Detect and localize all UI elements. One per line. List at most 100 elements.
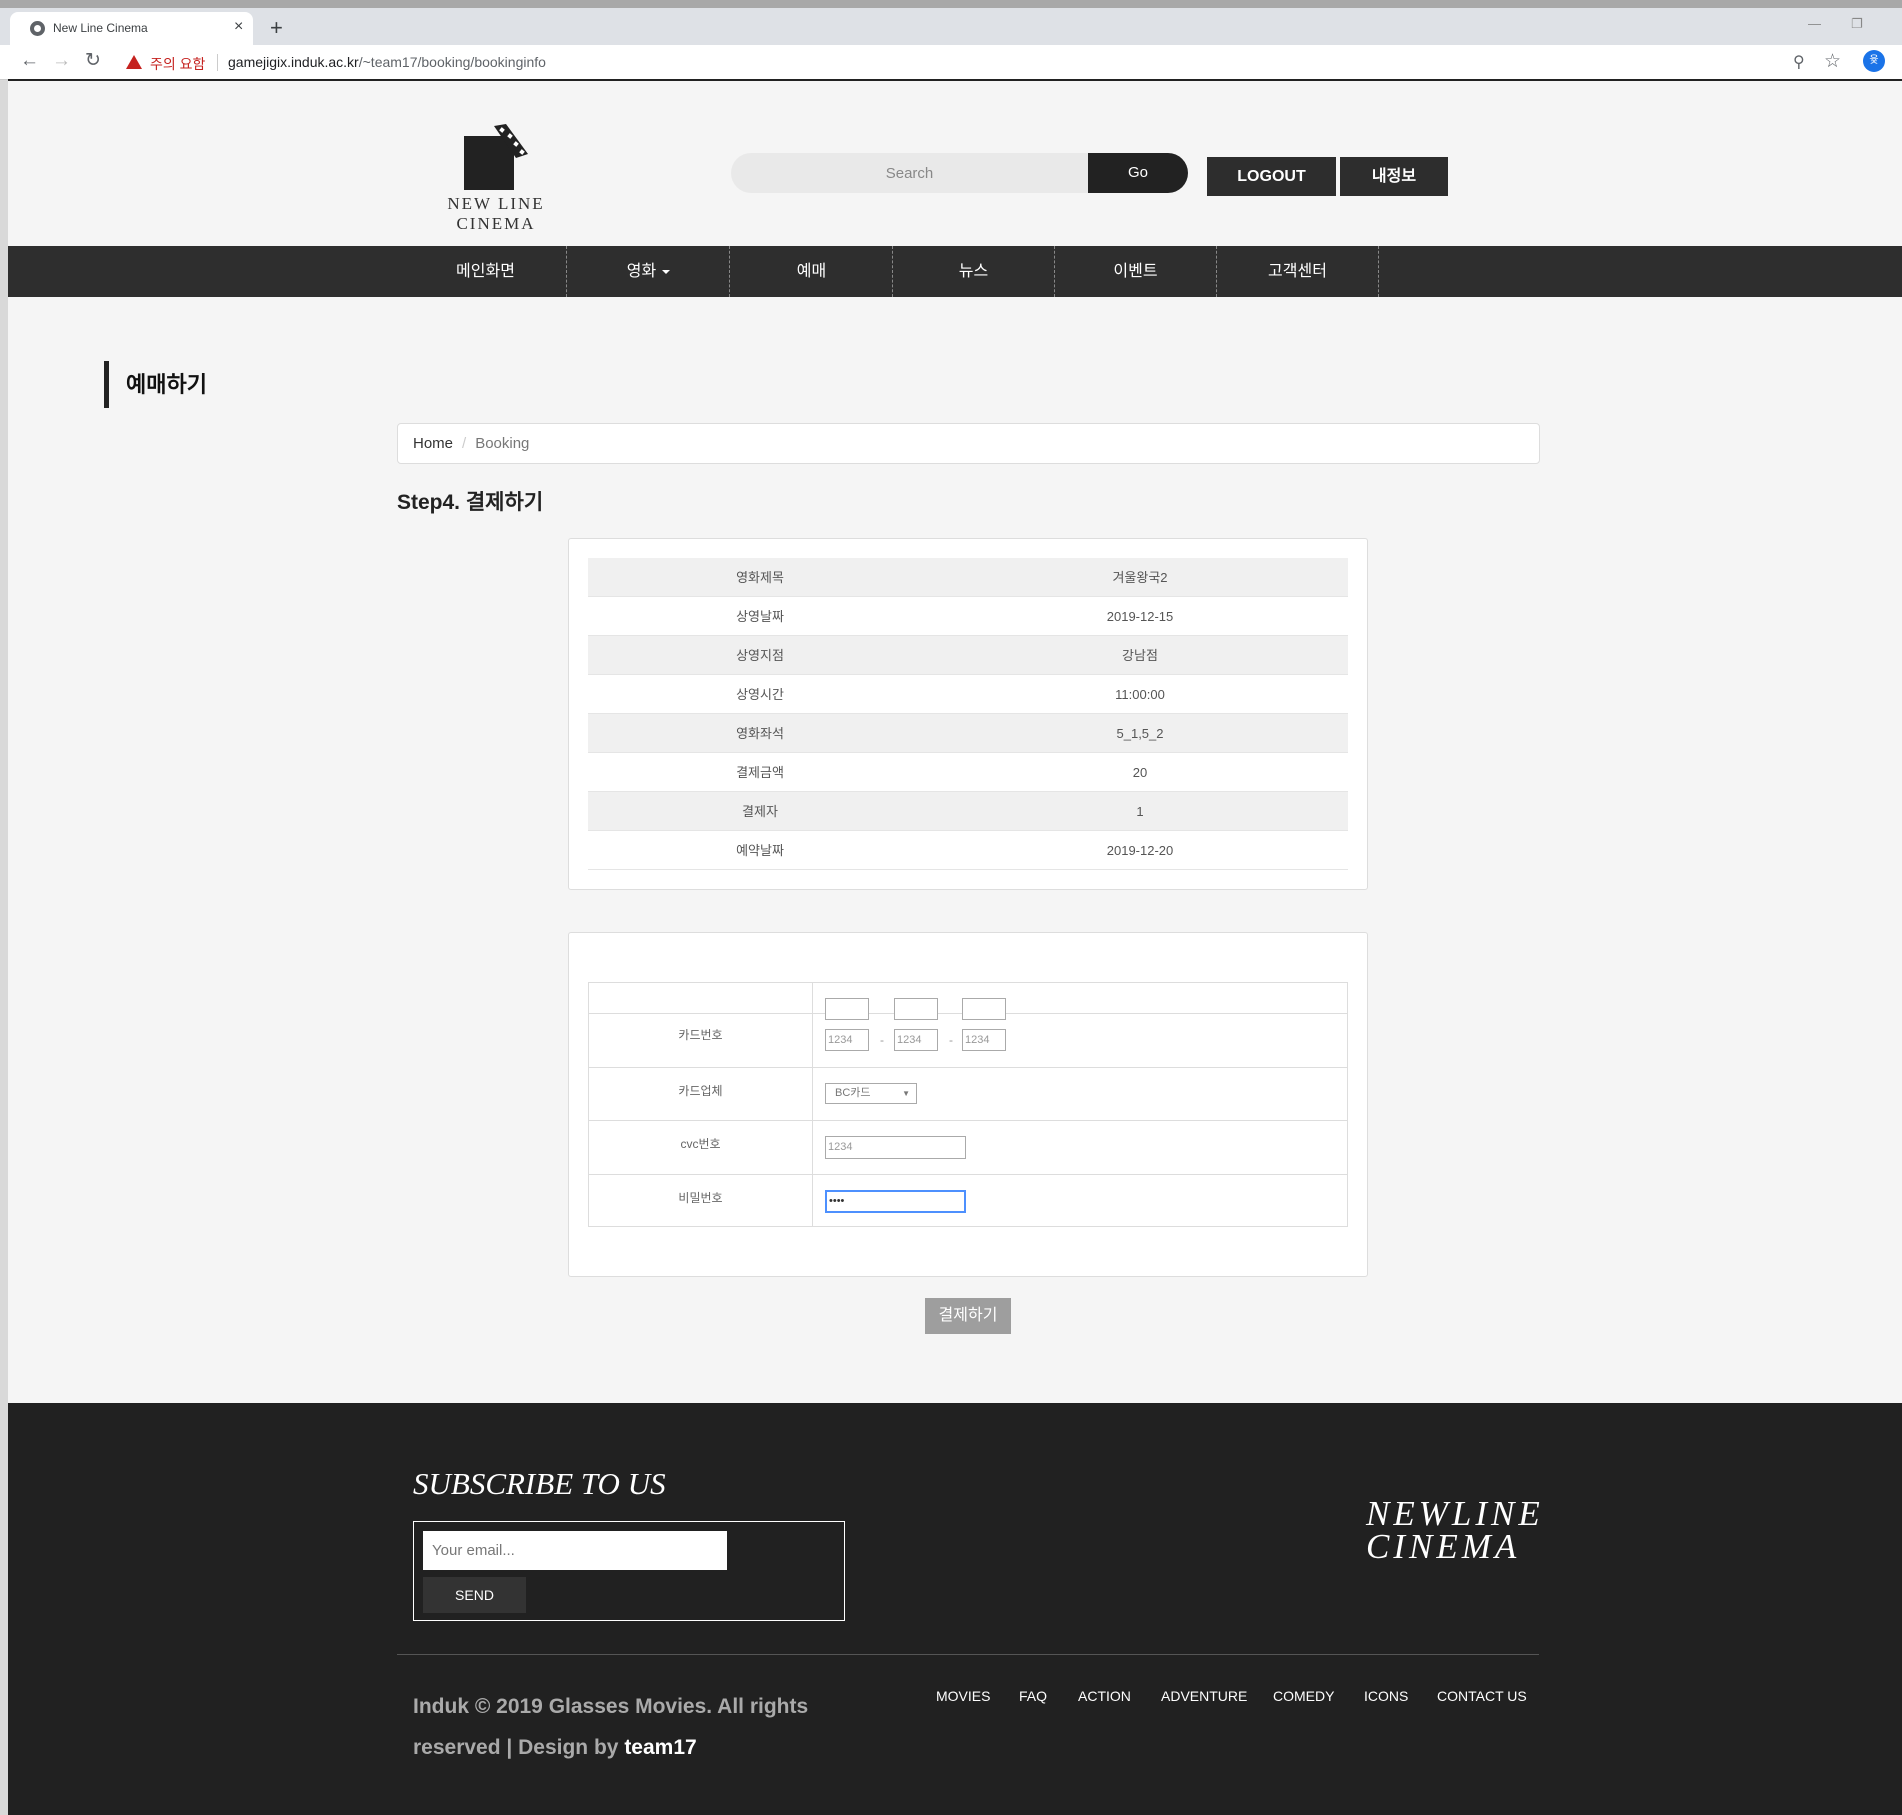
film-clapper-icon: [464, 124, 528, 190]
pay-button[interactable]: 결제하기: [925, 1298, 1011, 1334]
forward-icon[interactable]: →: [52, 51, 71, 71]
caret-down-icon: [662, 269, 671, 274]
reload-icon[interactable]: ↻: [85, 51, 101, 71]
nav-label: 예매: [796, 263, 827, 280]
info-row-payer: 결제자 1: [588, 792, 1348, 831]
clipped-value-cell: [813, 983, 1347, 1020]
key-icon[interactable]: ⚲: [1793, 52, 1805, 72]
logo-text: NEW LINE CINEMA: [447, 194, 545, 233]
address-divider: [217, 54, 218, 71]
cvc-input[interactable]: 1234: [825, 1136, 966, 1159]
back-icon[interactable]: ←: [20, 51, 39, 71]
card-number-label: 카드번호: [589, 1014, 813, 1067]
info-row-title: 영화제목 겨울왕국2: [588, 558, 1348, 597]
info-label: 상영날짜: [736, 609, 784, 624]
nav-item-news[interactable]: 뉴스: [893, 246, 1055, 297]
info-label: 결제금액: [736, 765, 784, 780]
nav-label: 고객센터: [1268, 263, 1327, 280]
email-input[interactable]: Your email...: [423, 1531, 727, 1570]
nav-item-home[interactable]: 메인화면: [405, 246, 567, 297]
card-number-input-1[interactable]: 1234: [825, 1029, 869, 1051]
info-value: 겨울왕국2: [1112, 570, 1168, 585]
search-go-button[interactable]: Go: [1088, 153, 1188, 193]
url-host: gamejigix.induk.ac.kr: [228, 54, 359, 70]
footer: [8, 1403, 1902, 1815]
footer-link-icons[interactable]: ICONS: [1364, 1688, 1408, 1704]
send-button[interactable]: SEND: [423, 1577, 526, 1613]
page-top-border: [8, 79, 1902, 81]
card-company-value: BC카드: [835, 1087, 871, 1099]
footer-logo: NEWLINE CINEMA: [1366, 1494, 1544, 1566]
password-field: ••••: [813, 1175, 1347, 1226]
footer-link-adventure[interactable]: ADVENTURE: [1161, 1688, 1247, 1704]
breadcrumb-home[interactable]: Home: [413, 435, 453, 452]
url-field[interactable]: gamejigix.induk.ac.kr/~team17/booking/bo…: [228, 54, 546, 70]
nav-item-movies[interactable]: 영화: [568, 246, 730, 297]
section-title: 예매하기: [104, 361, 207, 408]
info-value: 2019-12-15: [1106, 609, 1174, 624]
globe-icon: [30, 21, 45, 36]
password-input[interactable]: ••••: [825, 1190, 966, 1213]
close-tab-icon[interactable]: ×: [234, 18, 243, 36]
cvc-field: 1234: [813, 1121, 1347, 1174]
footer-logo-line1: NEWLINE: [1366, 1494, 1544, 1533]
nav-label: 뉴스: [958, 263, 989, 280]
info-row-branch: 상영지점 강남점: [588, 636, 1348, 675]
logout-button[interactable]: LOGOUT: [1207, 157, 1336, 196]
footer-link-faq[interactable]: FAQ: [1019, 1688, 1047, 1704]
tab-title: New Line Cinema: [53, 21, 148, 35]
url-path: /~team17/booking/bookinginfo: [358, 54, 546, 70]
nav-item-booking[interactable]: 예매: [731, 246, 893, 297]
nav-item-support[interactable]: 고객센터: [1217, 246, 1379, 297]
info-row-time: 상영시간 11:00:00: [588, 675, 1348, 714]
nav-label: 영화: [626, 263, 657, 280]
booking-summary-card: 영화제목 겨울왕국2 상영날짜 2019-12-15 상영지점 강남점 상영시간 11:…: [568, 538, 1368, 890]
copyright-body: Induk © 2019 Glasses Movies. All rights …: [413, 1695, 809, 1759]
search-input[interactable]: [731, 153, 1088, 193]
new-tab-icon[interactable]: +: [270, 17, 283, 39]
footer-link-contact[interactable]: CONTACT US: [1437, 1688, 1527, 1704]
info-row-date: 상영날짜 2019-12-15: [588, 597, 1348, 636]
footer-logo-line2: CINEMA: [1366, 1527, 1521, 1566]
minimize-icon[interactable]: —: [1808, 16, 1821, 31]
card-number-input-2[interactable]: 1234: [894, 1029, 938, 1051]
info-row-reserved-date: 예약날짜 2019-12-20: [588, 831, 1348, 870]
info-label: 영화제목: [736, 570, 784, 585]
info-label: 상영시간: [736, 687, 784, 702]
payment-card: 카드번호 1234 - 1234 - 1234 카드업체 BC카드 ▼ cvc번호…: [568, 932, 1368, 1277]
step-title: Step4. 결제하기: [397, 491, 544, 514]
payment-form-table: 카드번호 1234 - 1234 - 1234 카드업체 BC카드 ▼ cvc번호…: [588, 982, 1348, 1227]
dash-separator: -: [880, 1033, 884, 1047]
nav-item-events[interactable]: 이벤트: [1055, 246, 1217, 297]
window-frame: [0, 0, 1902, 8]
footer-link-action[interactable]: ACTION: [1078, 1688, 1131, 1704]
search-box: [731, 153, 1088, 193]
tab-bar: New Line Cinema × + — ❐: [0, 8, 1902, 45]
nav-label: 메인화면: [456, 263, 515, 280]
clipped-row: [589, 983, 1347, 1020]
warning-icon: [126, 55, 142, 69]
card-company-select[interactable]: BC카드 ▼: [825, 1083, 917, 1104]
site-logo[interactable]: NEW LINE CINEMA: [408, 124, 584, 233]
my-info-button[interactable]: 내정보: [1340, 157, 1448, 196]
info-value: 11:00:00: [1115, 687, 1165, 702]
footer-link-comedy[interactable]: COMEDY: [1273, 1688, 1334, 1704]
copyright-text: Induk © 2019 Glasses Movies. All rights …: [413, 1686, 843, 1768]
subscribe-box: Your email... SEND: [413, 1521, 845, 1621]
breadcrumb-separator: /: [462, 435, 467, 452]
subscribe-title: SUBSCRIBE TO US: [413, 1466, 666, 1501]
restore-icon[interactable]: ❐: [1851, 16, 1863, 32]
info-value: 5_1,5_2: [1116, 726, 1164, 741]
address-bar: ← → ↻ 주의 요함 gamejigix.induk.ac.kr/~team1…: [0, 45, 1902, 80]
footer-link-movies[interactable]: MOVIES: [936, 1688, 990, 1704]
profile-avatar[interactable]: 윷: [1863, 50, 1885, 72]
info-row-seats: 영화좌석 5_1,5_2: [588, 714, 1348, 753]
info-label: 예약날짜: [736, 843, 784, 858]
star-icon[interactable]: ☆: [1824, 50, 1841, 73]
security-warning[interactable]: 주의 요함: [150, 54, 205, 74]
browser-tab[interactable]: New Line Cinema ×: [10, 12, 253, 45]
breadcrumb: Home / Booking: [397, 423, 1540, 464]
card-number-input-3[interactable]: 1234: [962, 1029, 1006, 1051]
info-value: 2019-12-20: [1106, 843, 1174, 858]
main-navigation: 메인화면 영화 예매 뉴스 이벤트 고객센터: [8, 246, 1902, 297]
